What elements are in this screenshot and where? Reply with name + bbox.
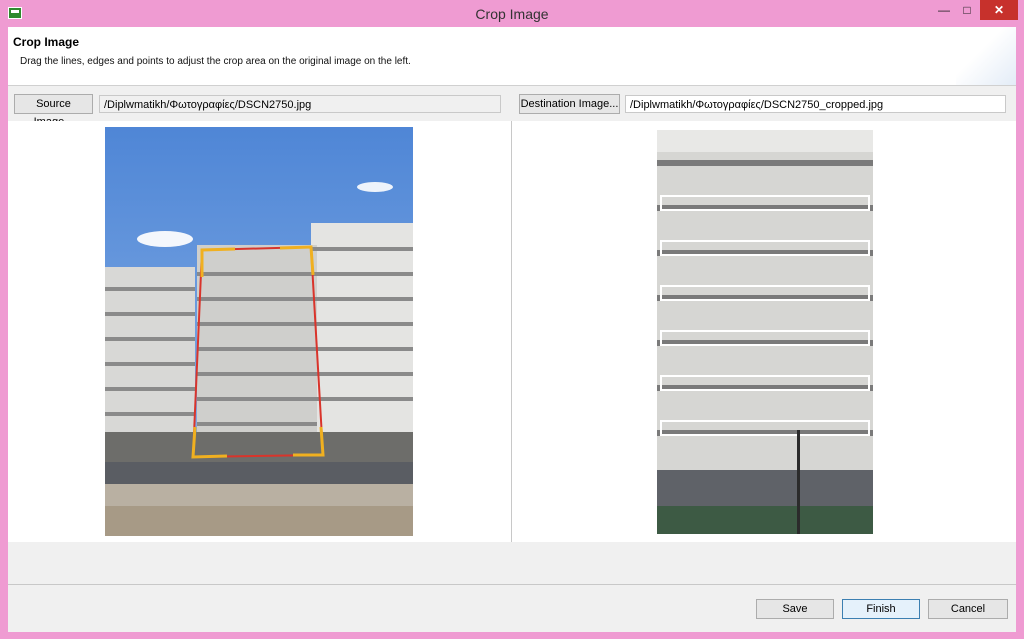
header-description: Drag the lines, edges and points to adju… <box>20 56 411 67</box>
source-image-button[interactable]: Source Image... <box>14 94 93 128</box>
source-image-panel <box>8 121 511 542</box>
maximize-icon[interactable]: □ <box>956 0 978 20</box>
title-bar[interactable]: Crop Image — □ ✕ <box>0 0 1024 27</box>
dialog-header: Crop Image Drag the lines, edges and poi… <box>8 27 1016 86</box>
close-icon[interactable]: ✕ <box>980 0 1018 20</box>
footer-separator <box>8 584 1016 585</box>
dialog-body: Crop Image Drag the lines, edges and poi… <box>8 27 1016 632</box>
minimize-icon[interactable]: — <box>934 0 954 20</box>
crop-image-window: Crop Image — □ ✕ Crop Image Drag the lin… <box>0 0 1024 639</box>
header-decoration <box>956 27 1016 85</box>
window-title: Crop Image <box>475 6 549 22</box>
source-path-field: /Diplwmatikh/Φωτογραφίες/DSCN2750.jpg <box>99 95 501 113</box>
destination-path-field[interactable]: /Diplwmatikh/Φωτογραφίες/DSCN2750_croppe… <box>625 95 1006 113</box>
destination-image-button[interactable]: Destination Image... <box>519 94 620 114</box>
source-image[interactable] <box>105 127 413 536</box>
cropped-image-panel <box>512 121 1016 542</box>
cropped-image-preview <box>657 130 873 534</box>
header-title: Crop Image <box>13 35 80 49</box>
cancel-button[interactable]: Cancel <box>928 599 1008 619</box>
save-button[interactable]: Save <box>756 599 834 619</box>
finish-button[interactable]: Finish <box>842 599 920 619</box>
